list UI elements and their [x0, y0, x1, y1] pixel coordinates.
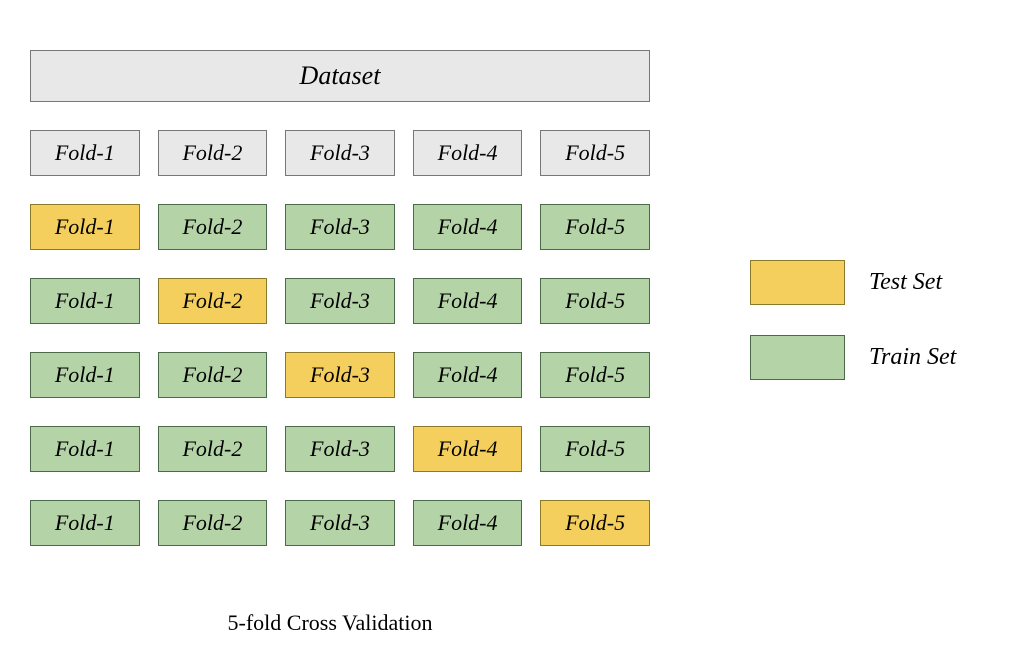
fold-cell: Fold-2 — [158, 204, 268, 250]
cv-diagram: Dataset Fold-1 Fold-2 Fold-3 Fold-4 Fold… — [30, 50, 994, 546]
fold-cell: Fold-5 — [540, 130, 650, 176]
fold-cell: Fold-1 — [30, 204, 140, 250]
fold-cell: Fold-4 — [413, 500, 523, 546]
fold-cell: Fold-1 — [30, 130, 140, 176]
fold-cell: Fold-3 — [285, 204, 395, 250]
fold-cell: Fold-2 — [158, 426, 268, 472]
split-row: Fold-1 Fold-2 Fold-3 Fold-4 Fold-5 — [30, 204, 650, 250]
fold-cell: Fold-5 — [540, 426, 650, 472]
fold-grid: Dataset Fold-1 Fold-2 Fold-3 Fold-4 Fold… — [30, 50, 650, 546]
fold-cell: Fold-4 — [413, 426, 523, 472]
diagram-caption: 5-fold Cross Validation — [0, 610, 660, 636]
fold-cell: Fold-3 — [285, 130, 395, 176]
fold-cell: Fold-1 — [30, 500, 140, 546]
split-row: Fold-1 Fold-2 Fold-3 Fold-4 Fold-5 — [30, 500, 650, 546]
legend-test: Test Set — [750, 260, 956, 305]
legend-train: Train Set — [750, 335, 956, 380]
fold-cell: Fold-4 — [413, 130, 523, 176]
dataset-header: Dataset — [30, 50, 650, 102]
fold-cell: Fold-3 — [285, 500, 395, 546]
fold-cell: Fold-1 — [30, 426, 140, 472]
fold-cell: Fold-5 — [540, 352, 650, 398]
fold-cell: Fold-5 — [540, 204, 650, 250]
legend-swatch-test — [750, 260, 845, 305]
fold-cell: Fold-5 — [540, 278, 650, 324]
fold-cell: Fold-5 — [540, 500, 650, 546]
fold-cell: Fold-1 — [30, 352, 140, 398]
fold-cell: Fold-4 — [413, 204, 523, 250]
fold-cell: Fold-2 — [158, 500, 268, 546]
fold-cell: Fold-2 — [158, 130, 268, 176]
fold-header-row: Fold-1 Fold-2 Fold-3 Fold-4 Fold-5 — [30, 130, 650, 176]
split-row: Fold-1 Fold-2 Fold-3 Fold-4 Fold-5 — [30, 352, 650, 398]
fold-cell: Fold-1 — [30, 278, 140, 324]
legend-label-train: Train Set — [869, 344, 956, 371]
legend-label-test: Test Set — [869, 269, 942, 296]
fold-cell: Fold-3 — [285, 278, 395, 324]
split-row: Fold-1 Fold-2 Fold-3 Fold-4 Fold-5 — [30, 426, 650, 472]
fold-cell: Fold-3 — [285, 352, 395, 398]
fold-cell: Fold-3 — [285, 426, 395, 472]
fold-cell: Fold-4 — [413, 352, 523, 398]
fold-cell: Fold-2 — [158, 278, 268, 324]
legend-swatch-train — [750, 335, 845, 380]
fold-cell: Fold-2 — [158, 352, 268, 398]
fold-cell: Fold-4 — [413, 278, 523, 324]
split-row: Fold-1 Fold-2 Fold-3 Fold-4 Fold-5 — [30, 278, 650, 324]
legend: Test Set Train Set — [750, 260, 956, 380]
